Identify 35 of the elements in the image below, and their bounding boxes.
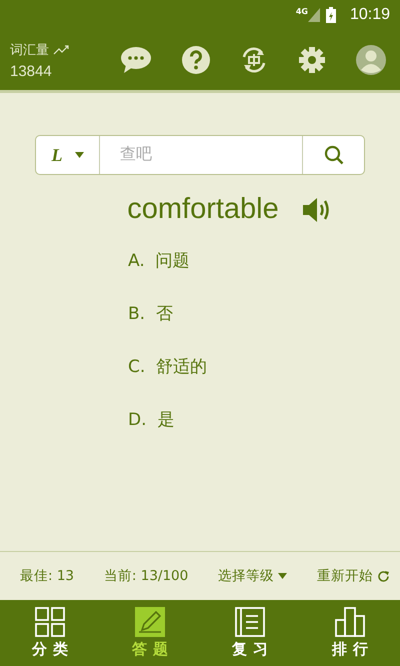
caret-icon <box>278 573 288 579</box>
battery-icon <box>326 7 336 23</box>
list-icon <box>235 607 265 637</box>
grid-icon <box>35 607 65 637</box>
vocab-count: 13844 <box>10 62 53 80</box>
chinese-switch-icon[interactable] <box>240 46 268 74</box>
level-dropdown[interactable]: 选择等级 <box>218 567 288 585</box>
refresh-icon <box>377 570 390 582</box>
current-score: 当前: 13/100 <box>104 567 188 585</box>
nav-tab[interactable]: 排行 <box>300 600 400 666</box>
nav-tab[interactable]: 分类 <box>0 600 100 666</box>
vocab-label: 词汇量 <box>10 42 49 58</box>
answer-option[interactable]: D. 是 <box>128 393 208 446</box>
pencil-icon <box>135 607 165 637</box>
best-score: 最佳: 13 <box>20 567 74 585</box>
caret-icon <box>74 152 84 158</box>
chat-icon[interactable] <box>120 46 152 74</box>
answer-option[interactable]: C. 舒适的 <box>128 340 208 393</box>
ranking-icon <box>335 607 365 637</box>
search-icon <box>324 145 344 165</box>
nav-tab[interactable]: 答题 <box>100 600 200 666</box>
settings-icon[interactable] <box>298 46 326 74</box>
signal-icon <box>308 8 320 22</box>
clock: 10:19 <box>350 6 390 24</box>
restart-button[interactable]: 重新开始 <box>317 567 390 585</box>
answer-option[interactable]: B. 否 <box>128 287 208 340</box>
help-icon[interactable] <box>182 46 210 74</box>
search-field[interactable]: L 查吧 <box>35 135 365 175</box>
avatar-icon[interactable] <box>356 45 386 75</box>
network-label: 4G <box>296 7 308 16</box>
nav-tab[interactable]: 复习 <box>200 600 300 666</box>
answer-option[interactable]: A. 问题 <box>128 234 208 287</box>
language-dropdown[interactable]: L <box>36 136 100 174</box>
quiz-word: comfortable <box>127 193 279 226</box>
trend-icon <box>53 44 69 54</box>
